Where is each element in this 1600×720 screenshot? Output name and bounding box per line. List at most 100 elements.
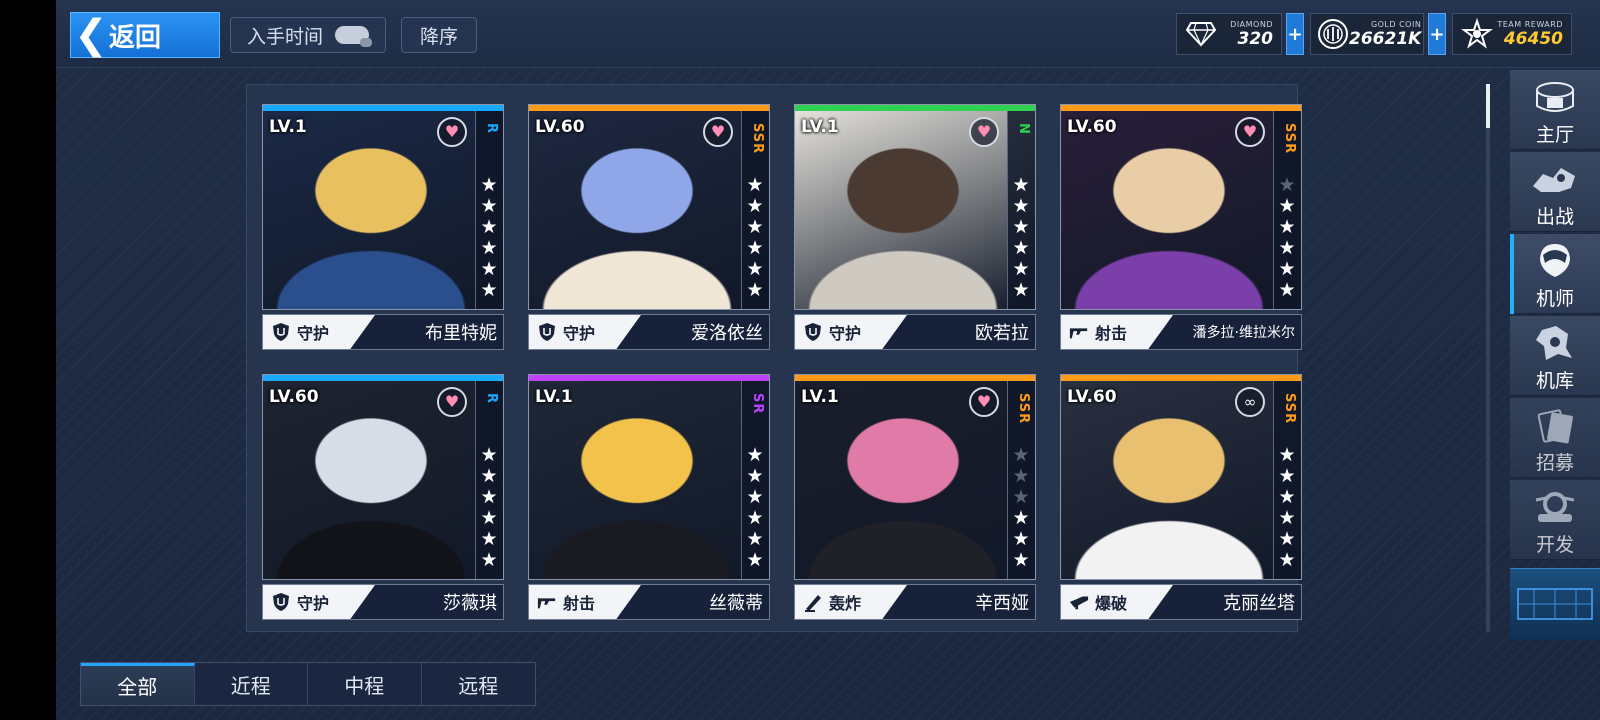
role-tag: 射击 <box>529 585 641 619</box>
pilot-portrait: LV.1 ♥ R ★ ★ ★ ★ ★ ★ <box>262 104 504 310</box>
nav-item-label: 开发 <box>1535 534 1574 556</box>
pilot-info-bar: 轰炸 辛西娅 <box>794 584 1036 620</box>
nav-item-hall[interactable]: 主厅 <box>1510 70 1600 150</box>
star-rating: ★ ★ ★ ★ ★ ★ <box>479 445 499 571</box>
team-reward-caption: TEAM REWARD <box>1497 19 1563 29</box>
role-label: 守护 <box>297 594 330 613</box>
gold-coin-icon <box>1317 16 1349 52</box>
range-tab[interactable]: 远程 <box>422 663 536 705</box>
pilot-card[interactable]: LV.60 ♥ R ★ ★ ★ ★ ★ ★ 守护 莎薇琪 <box>262 374 504 622</box>
pilot-card[interactable]: LV.60 ∞ SSR ★ ★ ★ ★ ★ ★ 爆破 克丽丝塔 <box>1060 374 1302 622</box>
pilot-level: LV.60 <box>1067 387 1117 407</box>
scrollbar-thumb[interactable] <box>1486 84 1490 128</box>
star-icon: ★ <box>480 486 498 508</box>
hangar-icon <box>1530 322 1580 366</box>
rarity-label: R <box>484 393 499 405</box>
back-button[interactable]: ❮ 返回 <box>70 12 220 58</box>
pilot-level: LV.1 <box>269 117 307 137</box>
range-tab[interactable]: 近程 <box>195 663 308 705</box>
team-reward-value: 46450 <box>1503 28 1563 49</box>
star-icon: ★ <box>1012 486 1030 508</box>
star-icon: ★ <box>1278 279 1296 301</box>
nav-item-battle[interactable]: 出战 <box>1510 152 1600 232</box>
add-gold-button[interactable]: + <box>1428 13 1446 55</box>
role-tag: 守护 <box>263 585 375 619</box>
range-tab[interactable]: 中程 <box>308 663 422 705</box>
pilot-name: 克丽丝塔 <box>1223 593 1295 614</box>
pilot-card[interactable]: LV.1 ♥ R ★ ★ ★ ★ ★ ★ 守护 布里特妮 <box>262 104 504 352</box>
gun-icon <box>1069 322 1089 342</box>
team-reward-counter: TEAM REWARD 46450 <box>1452 13 1572 55</box>
pilot-card[interactable]: LV.60 ♥ SSR ★ ★ ★ ★ ★ ★ 守护 爱洛依丝 <box>528 104 770 352</box>
nav-item-label: 机库 <box>1535 370 1574 392</box>
star-rating: ★ ★ ★ ★ ★ ★ <box>1277 175 1297 301</box>
shield-icon <box>271 322 291 342</box>
game-screen: ❮ 返回 入手时间 降序 DIAMOND 320 + GOLD COIN 266… <box>56 0 1600 720</box>
shield-icon <box>537 322 557 342</box>
pilot-card[interactable]: LV.1 ♥ SSR ★ ★ ★ ★ ★ ★ 轰炸 辛西娅 <box>794 374 1036 622</box>
rarity-label: R <box>484 123 499 135</box>
rarity-label: SSR <box>1282 123 1297 155</box>
star-icon: ★ <box>1012 279 1030 301</box>
pilot-name: 辛西娅 <box>975 593 1029 614</box>
rarity-sidebar: R ★ ★ ★ ★ ★ ★ <box>475 111 503 309</box>
nav-item-hangar[interactable]: 机库 <box>1510 316 1600 396</box>
star-icon: ★ <box>746 216 764 238</box>
heart-icon[interactable]: ♥ <box>969 387 999 417</box>
pilot-name: 莎薇琪 <box>443 593 497 614</box>
heart-icon[interactable]: ♥ <box>437 387 467 417</box>
star-icon: ★ <box>1012 528 1030 550</box>
star-icon: ★ <box>746 237 764 259</box>
chevron-left-icon: ❮ <box>74 12 108 58</box>
star-icon: ★ <box>1012 465 1030 487</box>
star-icon: ★ <box>1278 258 1296 280</box>
star-icon: ★ <box>1012 195 1030 217</box>
rarity-stripe <box>795 105 1035 111</box>
nav-item-recruit[interactable]: 招募 <box>1510 398 1600 478</box>
star-icon: ★ <box>1012 237 1030 259</box>
nav-item-develop[interactable]: 开发 <box>1510 480 1600 560</box>
ring-icon[interactable]: ∞ <box>1235 387 1265 417</box>
pilot-card[interactable]: LV.60 ♥ SSR ★ ★ ★ ★ ★ ★ 射击 潘多拉·维拉米尔 <box>1060 104 1302 352</box>
heart-icon[interactable]: ♥ <box>703 117 733 147</box>
back-label: 返回 <box>109 22 162 53</box>
heart-icon[interactable]: ♥ <box>437 117 467 147</box>
nav-item-pilot[interactable]: 机师 <box>1510 234 1600 314</box>
add-diamond-button[interactable]: + <box>1286 13 1304 55</box>
role-label: 射击 <box>1095 324 1128 343</box>
team-reward-icon <box>1459 16 1495 52</box>
star-icon: ★ <box>1278 216 1296 238</box>
star-icon: ★ <box>746 549 764 571</box>
star-icon: ★ <box>480 507 498 529</box>
pilot-level: LV.60 <box>535 117 585 137</box>
heart-icon[interactable]: ♥ <box>1235 117 1265 147</box>
star-icon: ★ <box>480 174 498 196</box>
scrollbar-track[interactable] <box>1486 84 1490 632</box>
star-icon: ★ <box>746 486 764 508</box>
rarity-sidebar: SSR ★ ★ ★ ★ ★ ★ <box>741 111 769 309</box>
star-icon: ★ <box>746 465 764 487</box>
star-icon: ★ <box>480 465 498 487</box>
pilot-info-bar: 射击 潘多拉·维拉米尔 <box>1060 314 1302 350</box>
star-icon: ★ <box>480 279 498 301</box>
star-rating: ★ ★ ★ ★ ★ ★ <box>479 175 499 301</box>
range-filter-tabs: 全部 近程 中程 远程 <box>80 662 536 706</box>
star-icon: ★ <box>746 258 764 280</box>
pilot-card[interactable]: LV.1 ♥ N ★ ★ ★ ★ ★ ★ 守护 欧若拉 <box>794 104 1036 352</box>
heart-icon[interactable]: ♥ <box>969 117 999 147</box>
pilot-info-bar: 守护 莎薇琪 <box>262 584 504 620</box>
pilot-card[interactable]: LV.1 SR ★ ★ ★ ★ ★ ★ 射击 丝薇蒂 <box>528 374 770 622</box>
gold-counter: GOLD COIN 26621K <box>1310 13 1424 55</box>
star-icon: ★ <box>1278 195 1296 217</box>
range-tab[interactable]: 全部 <box>81 663 195 705</box>
pilot-level: LV.1 <box>801 117 839 137</box>
role-tag: 守护 <box>263 315 375 349</box>
diamond-caption: DIAMOND <box>1230 19 1273 29</box>
recruit-icon <box>1530 404 1580 448</box>
sort-by-button[interactable]: 入手时间 <box>230 17 386 53</box>
nav-item-label: 主厅 <box>1535 124 1574 146</box>
order-button[interactable]: 降序 <box>401 17 477 53</box>
rarity-sidebar: SSR ★ ★ ★ ★ ★ ★ <box>1007 381 1035 579</box>
plus-icon: + <box>1429 23 1445 45</box>
pilot-info-bar: 守护 欧若拉 <box>794 314 1036 350</box>
